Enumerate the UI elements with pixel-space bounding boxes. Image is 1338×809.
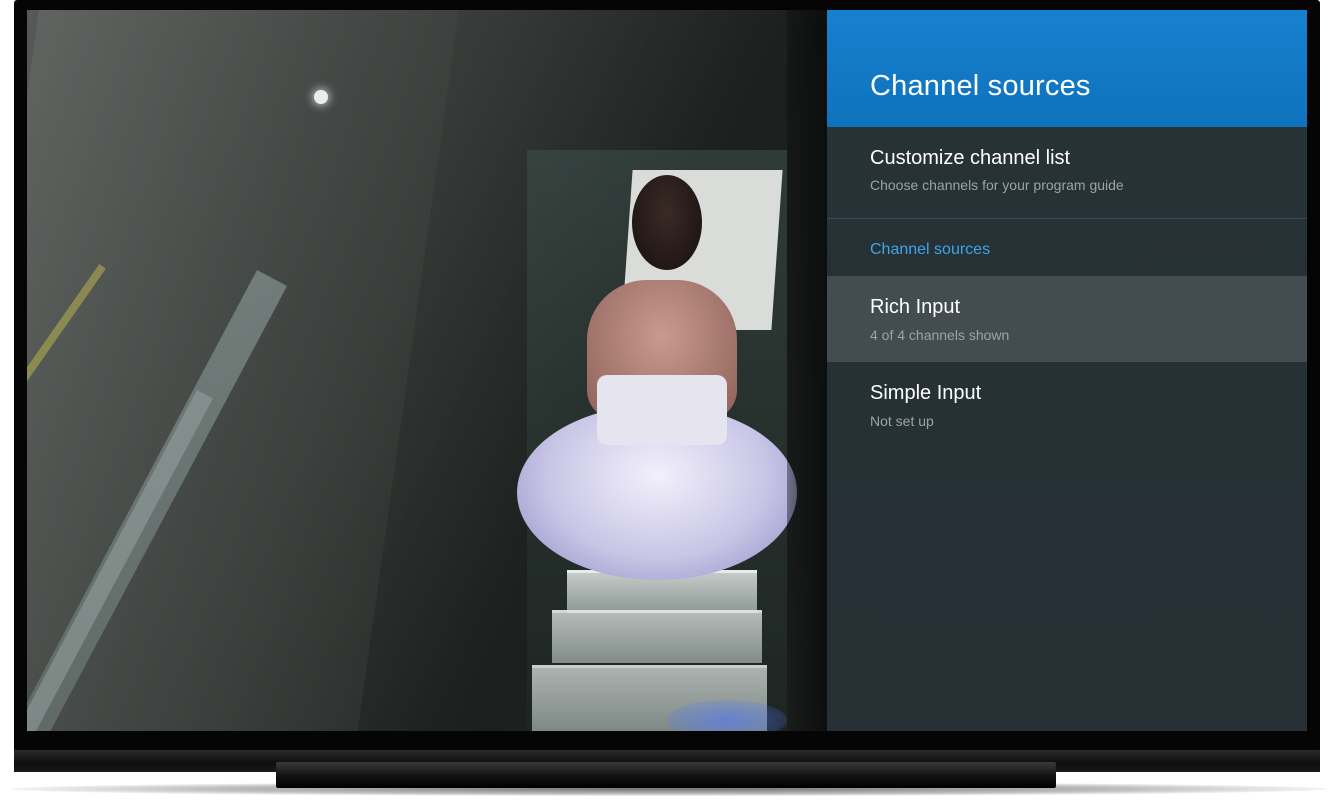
source-item-status: 4 of 4 channels shown	[870, 327, 1010, 343]
source-item-title: Simple Input	[870, 382, 982, 404]
customize-channel-list-title: Customize channel list	[870, 147, 1071, 169]
ceiling-light	[314, 90, 328, 104]
settings-side-panel: Channel sources Customize channel list C…	[827, 10, 1307, 731]
section-label-channel-sources: Channel sources	[870, 241, 991, 258]
tv-stand	[276, 762, 1056, 788]
source-item-rich-input[interactable]: Rich Input 4 of 4 channels shown	[827, 276, 1307, 362]
customize-channel-list-item[interactable]: Customize channel list Choose channels f…	[827, 127, 1307, 218]
dancer-head	[632, 175, 702, 270]
source-item-status: Not set up	[870, 413, 934, 429]
source-item-simple-input[interactable]: Simple Input Not set up	[827, 362, 1307, 448]
source-item-title: Rich Input	[870, 296, 961, 318]
customize-channel-list-subtitle: Choose channels for your program guide	[870, 177, 1124, 193]
tv-screen: Channel sources Customize channel list C…	[27, 10, 1307, 731]
divider	[827, 218, 1307, 219]
panel-title: Channel sources	[870, 70, 1091, 102]
live-video-preview	[27, 10, 827, 731]
tv-mockup: Channel sources Customize channel list C…	[0, 0, 1338, 809]
panel-header: Channel sources	[827, 10, 1307, 127]
